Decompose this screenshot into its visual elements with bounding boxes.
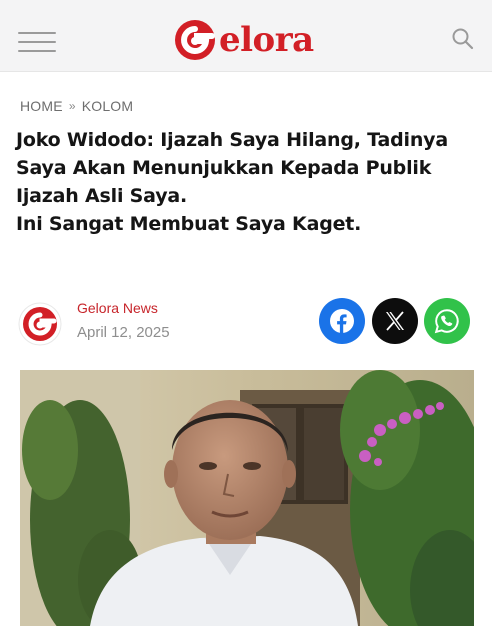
title-line: Saya Akan Menunjukkan Kepada Publik	[16, 157, 432, 179]
breadcrumb-section-link[interactable]: KOLOM	[82, 98, 134, 114]
title-line: Joko Widodo: Ijazah Saya Hilang, Tadinya	[16, 129, 448, 151]
gelora-logo-mark-icon	[175, 20, 215, 60]
portrait-photo-image	[20, 370, 474, 626]
post-date: April 12, 2025	[77, 324, 170, 341]
breadcrumb: HOME » KOLOM	[20, 98, 133, 114]
title-line: Ini Sangat Membuat Saya Kaget.	[16, 213, 362, 235]
logo-wordmark: elora	[219, 20, 314, 60]
breadcrumb-home-link[interactable]: HOME	[20, 98, 63, 114]
whatsapp-share-button[interactable]	[424, 298, 470, 344]
site-header: elora	[0, 0, 492, 72]
whatsapp-icon	[434, 309, 459, 334]
article-featured-image[interactable]	[20, 370, 474, 626]
menu-line	[18, 32, 56, 34]
hamburger-menu-icon[interactable]	[18, 32, 56, 56]
search-icon[interactable]	[450, 26, 476, 52]
author-avatar[interactable]	[18, 302, 62, 346]
breadcrumb-separator-icon: »	[68, 99, 76, 113]
menu-line	[18, 50, 56, 52]
facebook-icon	[330, 309, 354, 333]
facebook-share-button[interactable]	[319, 298, 365, 344]
menu-line	[18, 41, 56, 43]
author-name-link[interactable]: Gelora News	[77, 300, 158, 316]
title-line: Ijazah Asli Saya.	[16, 185, 188, 207]
site-logo[interactable]: elora	[173, 18, 314, 62]
x-icon	[386, 311, 404, 331]
article-title: Joko Widodo: Ijazah Saya Hilang, Tadinya…	[16, 126, 486, 238]
x-share-button[interactable]	[372, 298, 418, 344]
